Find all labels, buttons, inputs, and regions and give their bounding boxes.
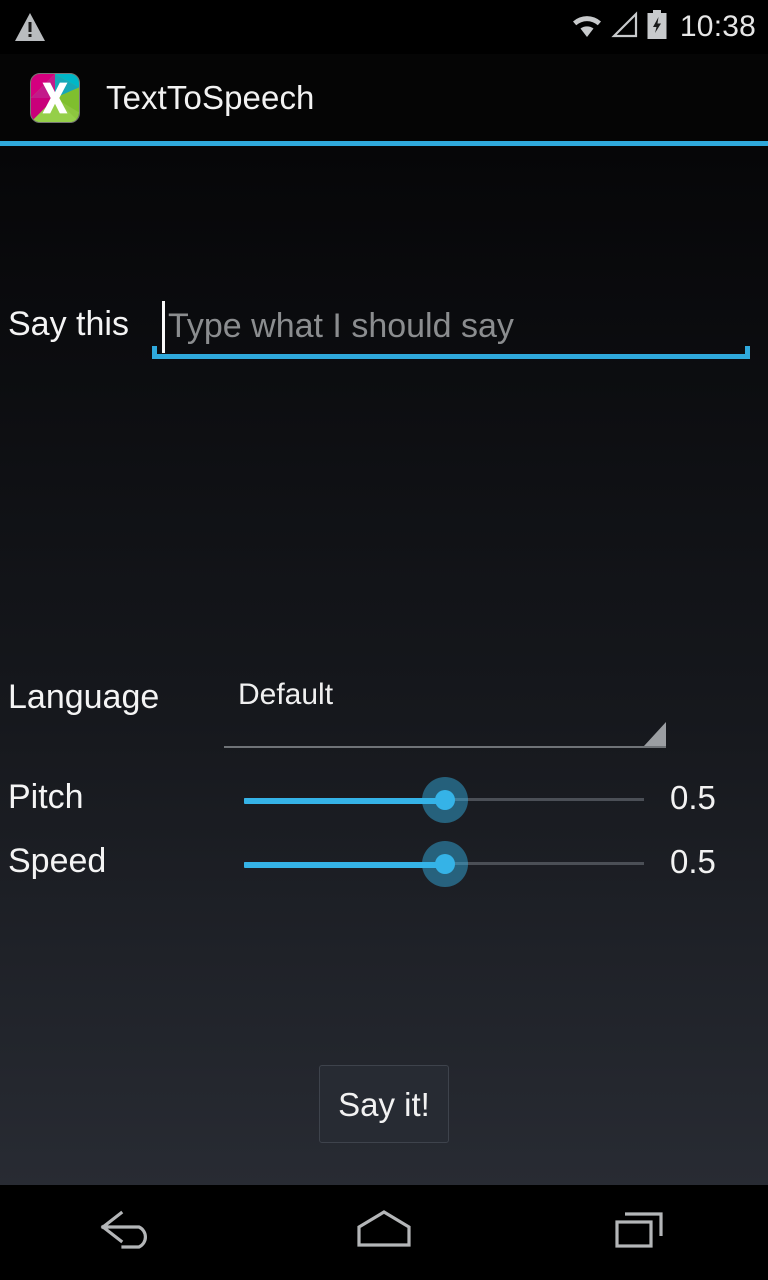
pitch-slider[interactable] — [244, 768, 644, 832]
say-it-button[interactable]: Say it! — [319, 1065, 449, 1143]
pitch-value: 0.5 — [670, 779, 716, 816]
status-bar: 10:38 — [0, 0, 768, 54]
text-cursor — [162, 301, 165, 353]
status-clock: 10:38 — [679, 10, 756, 43]
pitch-row: Pitch 0.5 — [0, 768, 768, 832]
language-spinner[interactable]: Default — [224, 670, 666, 748]
nav-back-button[interactable] — [0, 1185, 256, 1280]
spinner-underline — [224, 746, 666, 748]
say-this-field-wrapper[interactable] — [152, 297, 750, 359]
language-selected-value: Default — [238, 678, 334, 711]
wifi-icon — [570, 11, 604, 44]
speed-track-active — [244, 862, 444, 868]
home-icon — [354, 1205, 414, 1260]
app-launcher-icon[interactable] — [30, 72, 80, 123]
cell-signal-icon — [611, 10, 639, 44]
language-row: Language Default — [0, 670, 768, 748]
say-this-underline — [152, 346, 750, 359]
speed-slider-thumb[interactable] — [422, 841, 468, 887]
recent-apps-icon — [610, 1205, 670, 1260]
language-label: Language — [8, 678, 160, 716]
pitch-label: Pitch — [8, 778, 84, 816]
battery-charging-icon — [646, 9, 668, 45]
main-content: Say this Language Default Pitch — [0, 146, 768, 1185]
navigation-bar — [0, 1185, 768, 1280]
status-icons-group: 10:38 — [570, 0, 756, 54]
action-bar: TextToSpeech — [0, 54, 768, 141]
chevron-down-icon — [644, 722, 666, 746]
speed-value: 0.5 — [670, 843, 716, 880]
speed-row: Speed 0.5 — [0, 832, 768, 896]
speed-label: Speed — [8, 842, 107, 880]
pitch-slider-thumb[interactable] — [422, 777, 468, 823]
warning-triangle-icon — [14, 12, 46, 42]
app-title: TextToSpeech — [106, 79, 315, 116]
nav-home-button[interactable] — [256, 1185, 512, 1280]
say-this-label: Say this — [8, 305, 129, 343]
say-this-row: Say this — [0, 297, 768, 359]
back-icon — [95, 1205, 161, 1260]
nav-recents-button[interactable] — [512, 1185, 768, 1280]
speed-slider[interactable] — [244, 832, 644, 896]
pitch-track-active — [244, 798, 444, 804]
android-screen: 10:38 TextToSpeech Say this Type what I … — [0, 0, 768, 1280]
say-this-input[interactable] — [168, 299, 748, 353]
